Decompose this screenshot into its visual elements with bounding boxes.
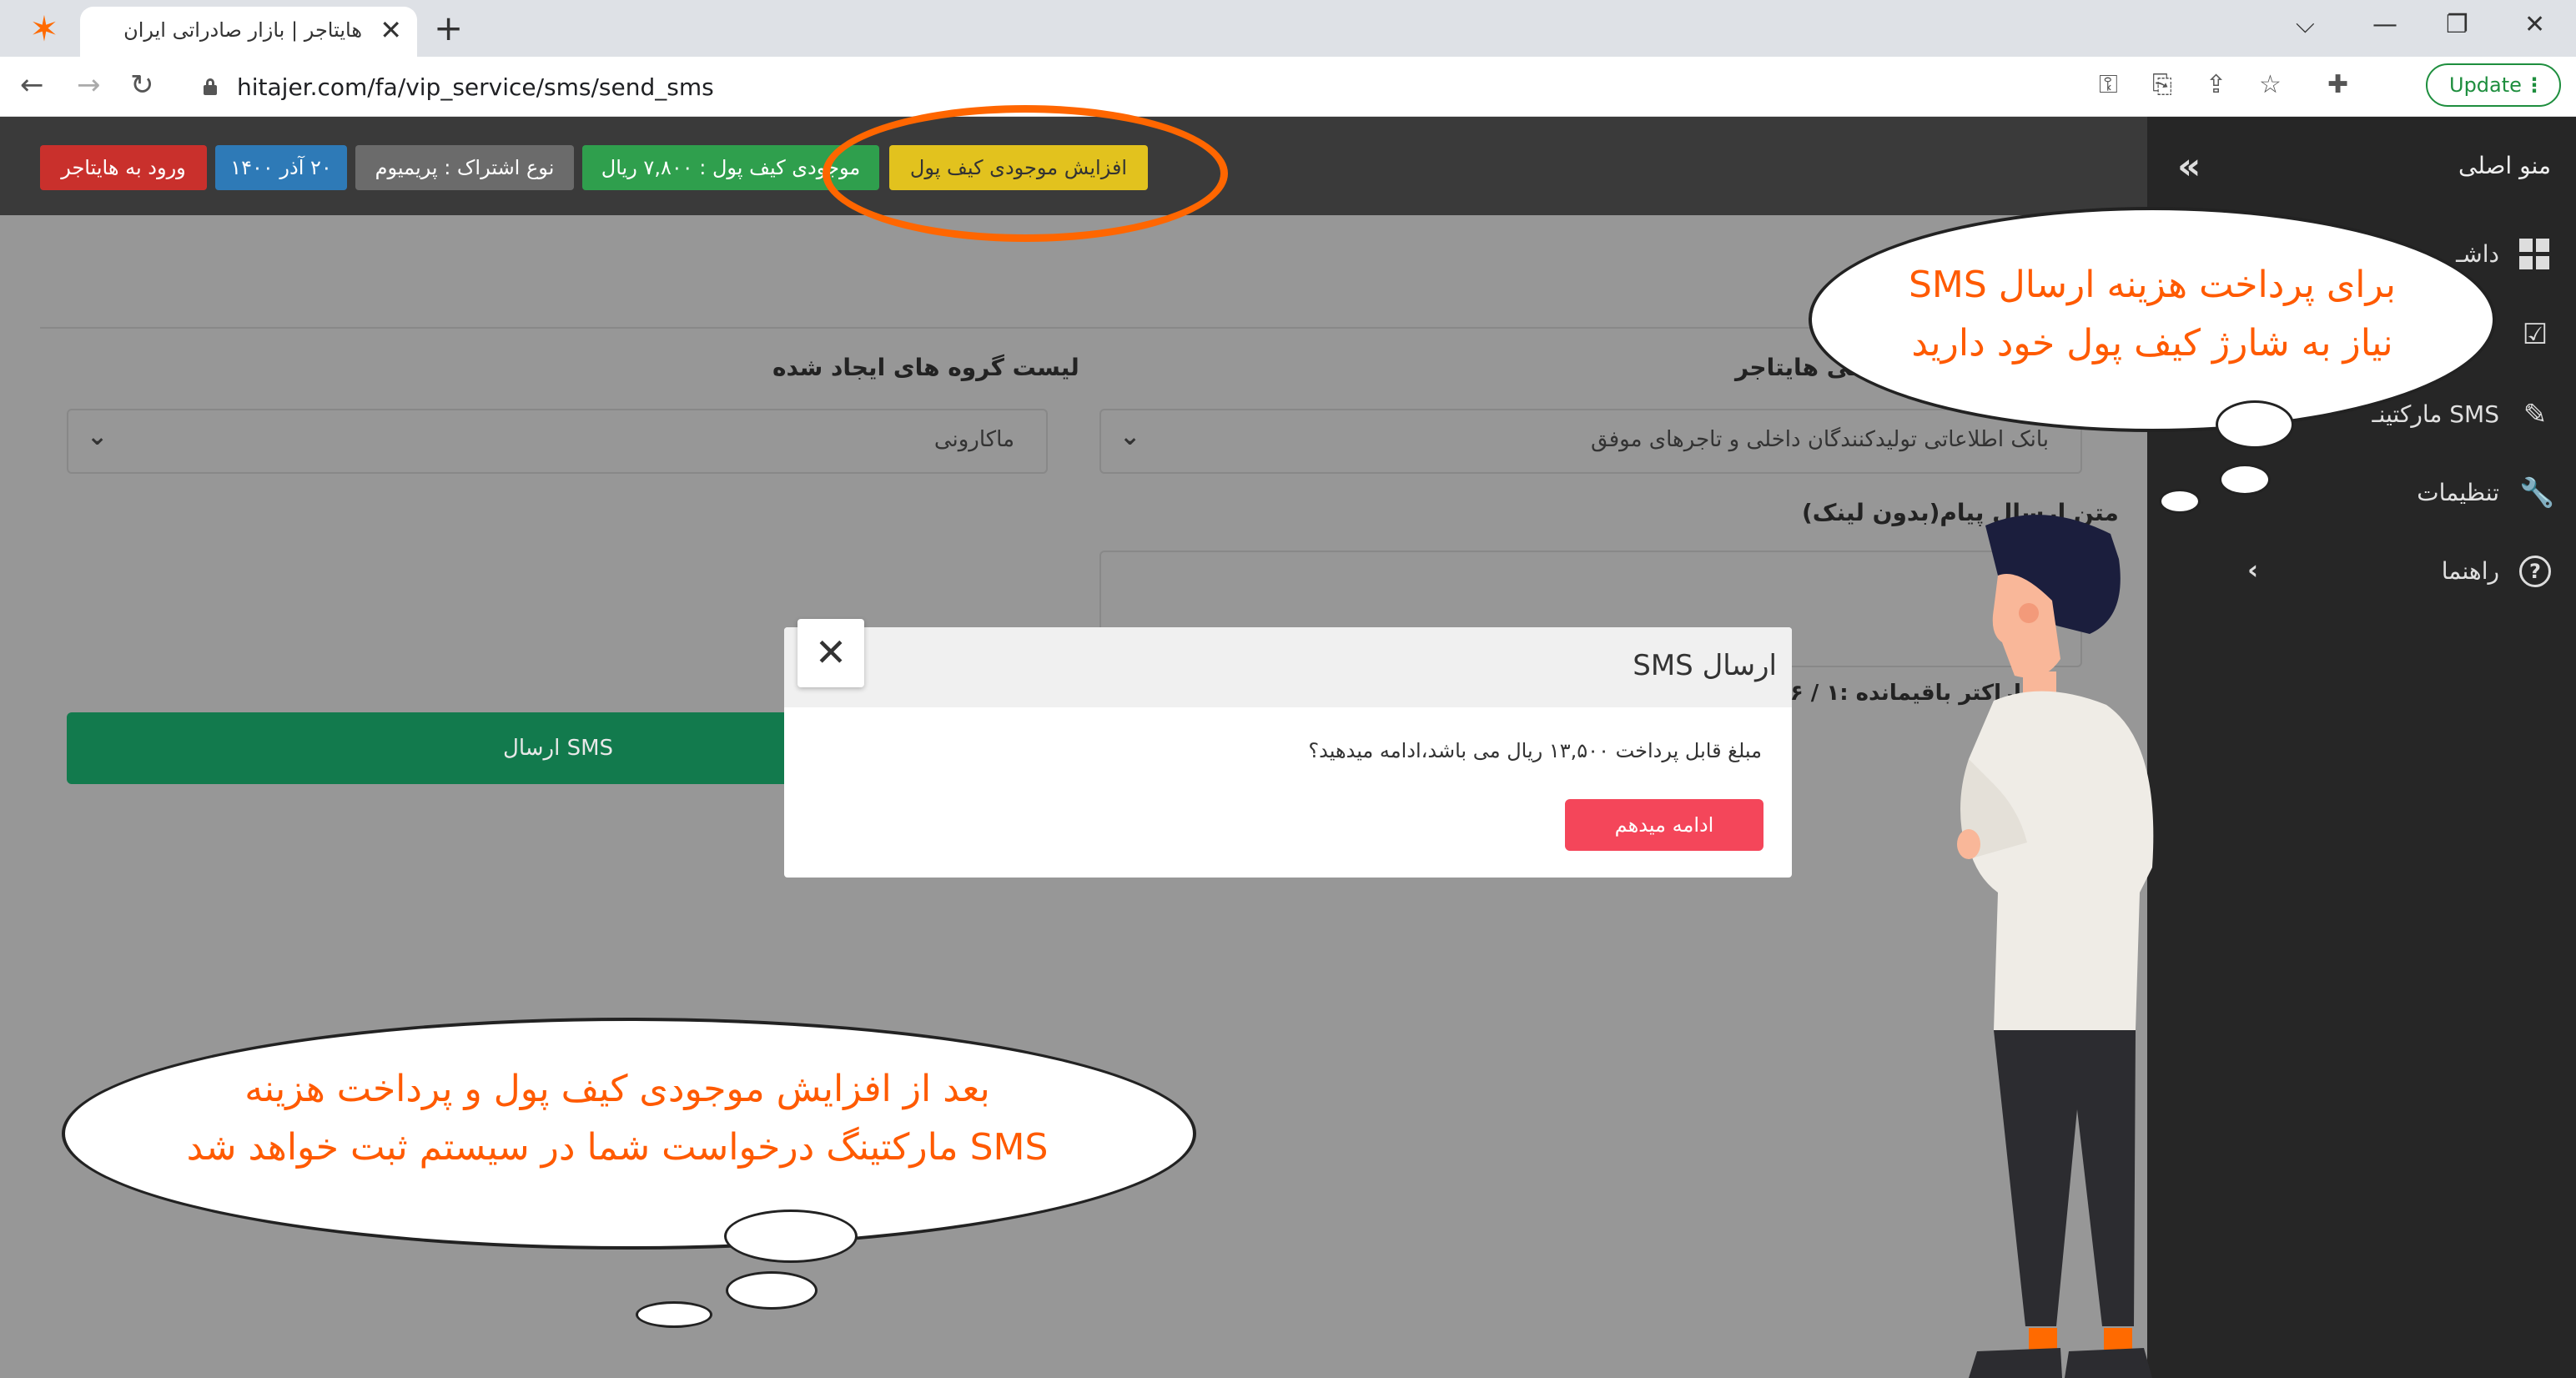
database-select[interactable]: بانک اطلاعاتی تولیدکنندگان داخلی و تاجره… xyxy=(1099,409,2082,474)
groups-list-select[interactable]: ماکارونی ⌄ xyxy=(67,409,1048,474)
database-value: بانک اطلاعاتی تولیدکنندگان داخلی و تاجره… xyxy=(1591,427,2049,452)
update-button[interactable]: Update ⋮ xyxy=(2426,63,2561,107)
close-window-button[interactable]: ✕ xyxy=(2524,8,2545,42)
thought-circle xyxy=(724,1210,858,1263)
dialog-message: مبلغ قابل پرداخت ۱۳,۵۰۰ ریال می باشد،ادا… xyxy=(1308,739,1762,762)
cartoon-character xyxy=(1957,515,2154,1378)
edit-icon: ✎ xyxy=(2523,398,2548,431)
help-icon: ? xyxy=(2519,556,2551,587)
speech-bubble-top-line2: نیاز به شارژ کیف پول خود دارید xyxy=(1911,322,2393,365)
subscription-badge: نوع اشتراک : پریمیوم xyxy=(355,145,574,190)
login-button[interactable]: ورود به هایتاجر xyxy=(40,145,207,190)
dashboard-icon xyxy=(2519,239,2551,270)
chevron-left-icon: ‹ xyxy=(2247,554,2259,586)
dialog-header: ارسال SMS xyxy=(784,627,1792,707)
sidebar-item-label: راهنما xyxy=(2441,557,2499,585)
bookmark-star-icon[interactable]: ☆ xyxy=(2259,68,2282,102)
update-label: Update xyxy=(2449,73,2522,97)
reload-button[interactable]: ↻ xyxy=(130,68,154,102)
checklist-icon: ☑ xyxy=(2522,318,2548,351)
sidebar-title: منو اصلی xyxy=(2458,152,2551,179)
highlight-ellipse xyxy=(823,105,1228,242)
thought-circle xyxy=(726,1271,818,1310)
tab-title: هایتاجر | بازار صادراتی ایران xyxy=(123,18,362,42)
new-tab-button[interactable]: + xyxy=(434,10,463,47)
continue-button[interactable]: ادامه میدهم xyxy=(1565,799,1763,851)
extensions-icon[interactable]: ✚ xyxy=(2327,68,2348,102)
wrench-icon: 🔧 xyxy=(2519,476,2555,510)
dialog-title: ارسال SMS xyxy=(1633,649,1777,682)
close-icon[interactable]: ✕ xyxy=(797,619,864,687)
sidebar-item-label: SMS مارکتینـ xyxy=(2372,400,2499,428)
menu-icon: ⋮ xyxy=(2524,73,2544,97)
speech-bubble-bottom-line1: بعد از افزایش موجودی کیف پول و پرداخت هز… xyxy=(244,1068,990,1110)
thought-circle xyxy=(2219,464,2271,495)
translate-icon[interactable]: ⎘ xyxy=(2152,68,2172,102)
speech-bubble-top-line1: برای پرداخت هزینه ارسال SMS xyxy=(1908,264,2396,306)
lock-icon[interactable] xyxy=(204,78,217,95)
sidebar-item-help[interactable]: ? راهنما ‹ xyxy=(2217,551,2551,592)
address-bar[interactable]: hitajer.com/fa/vip_service/sms/send_sms xyxy=(184,65,2559,108)
thought-circle xyxy=(2216,400,2294,449)
browser-tab[interactable]: هایتاجر | بازار صادراتی ایران ✕ xyxy=(80,7,417,57)
collapse-sidebar-icon[interactable]: « xyxy=(2177,145,2201,188)
minimize-button[interactable]: — xyxy=(2372,8,2397,42)
thought-circle xyxy=(636,1301,712,1328)
sidebar-item-label: داشـ xyxy=(2456,240,2499,268)
sidebar-item-label: تنظیمات xyxy=(2417,479,2499,506)
share-icon[interactable]: ⇪ xyxy=(2206,68,2226,102)
speech-bubble-bottom-line2: SMS مارکتینگ درخواست شما در سیستم ثبت خو… xyxy=(186,1126,1049,1169)
tab-close-icon[interactable]: ✕ xyxy=(380,13,402,47)
restore-button[interactable]: ❐ xyxy=(2446,8,2468,42)
groups-list-value: ماکارونی xyxy=(933,427,1014,452)
chevron-down-icon: ⌄ xyxy=(1119,422,1141,451)
date-badge: ۲۰ آذر ۱۴۰۰ xyxy=(215,145,347,190)
groups-list-label: لیست گروه های ایجاد شده xyxy=(772,354,1079,381)
back-button[interactable]: ← xyxy=(20,68,44,102)
chevron-down-icon: ⌄ xyxy=(87,422,108,451)
tab-search-icon[interactable]: ⌵ xyxy=(2296,8,2315,42)
sms-confirm-dialog: ارسال SMS مبلغ قابل پرداخت ۱۳,۵۰۰ ریال م… xyxy=(784,627,1792,878)
page: ورود به هایتاجر ۲۰ آذر ۱۴۰۰ نوع اشتراک :… xyxy=(0,105,2576,1378)
forward-button[interactable]: → xyxy=(77,68,101,102)
key-icon[interactable]: ⚿ xyxy=(2099,68,2118,102)
hitajer-logo-icon: ✶ xyxy=(29,8,59,49)
browser-tabstrip: ✶ هایتاجر | بازار صادراتی ایران ✕ + ⌵ — … xyxy=(0,0,2576,57)
browser-toolbar: ← → ↻ hitajer.com/fa/vip_service/sms/sen… xyxy=(0,57,2576,117)
url-text[interactable]: hitajer.com/fa/vip_service/sms/send_sms xyxy=(237,73,714,101)
